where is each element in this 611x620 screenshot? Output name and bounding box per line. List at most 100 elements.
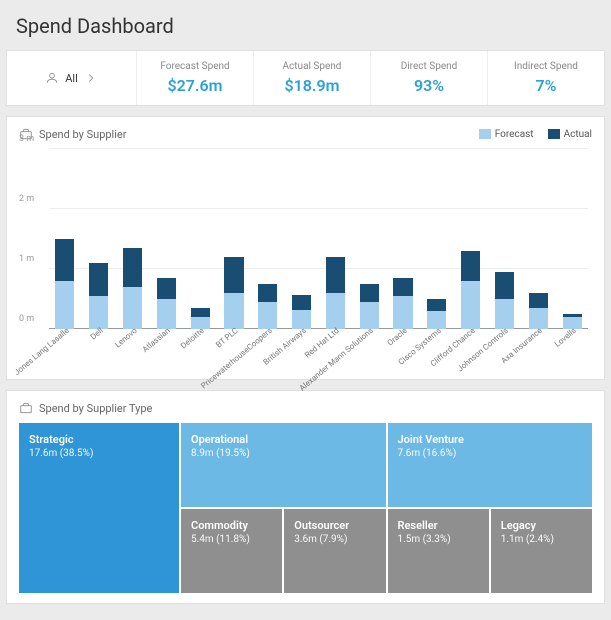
legend-actual-label: Actual [564, 129, 592, 140]
stacked-bar [292, 295, 311, 329]
bar-actual [258, 284, 277, 302]
legend-forecast: Forecast [479, 129, 534, 140]
bar-actual [326, 257, 345, 293]
kpi-forecast-spend: Forecast Spend $27.6m [137, 51, 253, 105]
treemap-name: Commodity [191, 519, 272, 532]
treemap-value: 3.6m (7.9%) [294, 534, 375, 545]
bar-column[interactable]: Axa Insurance [522, 149, 554, 329]
treemap-value: 1.5m (3.3%) [398, 534, 479, 545]
bar-actual [393, 278, 412, 296]
bar-actual [123, 248, 142, 287]
kpi-value: 93% [375, 76, 483, 95]
kpi-label: Actual Spend [258, 61, 366, 72]
stacked-bar [326, 257, 345, 329]
treemap: Strategic 17.6m (38.5%) Operational 8.9m… [19, 423, 592, 593]
bar-actual [360, 284, 379, 302]
treemap-cell-commodity[interactable]: Commodity 5.4m (11.8%) [181, 509, 282, 593]
panel-header: Spend by Supplier Type [19, 401, 592, 415]
treemap-name: Operational [191, 433, 376, 446]
bar-column[interactable]: Alexander Mann Solutions [353, 149, 385, 329]
kpi-label: Forecast Spend [141, 61, 249, 72]
stacked-bar [55, 239, 74, 329]
panel-title: Spend by Supplier [39, 128, 126, 141]
bar-column[interactable]: Jones Lang Lasalle [49, 149, 81, 329]
briefcase-icon [19, 401, 33, 415]
treemap-value: 1.1m (2.4%) [501, 534, 582, 545]
bar-column[interactable]: Oracle [387, 149, 419, 329]
treemap-value: 17.6m (38.5%) [29, 448, 169, 459]
stacked-bar [427, 299, 446, 329]
bar-actual [427, 299, 446, 311]
bar-column[interactable]: Dell [83, 149, 115, 329]
bar-actual [224, 257, 243, 293]
bar-column[interactable]: BT PLC [218, 149, 250, 329]
x-label: BT PLC [214, 326, 240, 349]
bar-column[interactable]: Lovells [556, 149, 588, 329]
bar-forecast [55, 281, 74, 329]
treemap-cell-legacy[interactable]: Legacy 1.1m (2.4%) [491, 509, 592, 593]
treemap-cell-joint-venture[interactable]: Joint Venture 7.6m (16.6%) [388, 423, 593, 507]
stacked-bar [529, 293, 548, 329]
filter-label: All [65, 72, 78, 85]
panel-title: Spend by Supplier Type [39, 402, 152, 415]
y-tick: 1 m [19, 254, 34, 264]
bar-actual [55, 239, 74, 281]
swatch-actual [548, 129, 560, 139]
bar-actual [495, 272, 514, 299]
kpi-value: $18.9m [258, 76, 366, 95]
y-tick: 0 m [19, 314, 34, 324]
bar-forecast [157, 299, 176, 329]
bars-container: Jones Lang LasalleDellLenovoAtlassianDel… [49, 149, 588, 329]
bar-actual [529, 293, 548, 308]
bar-forecast [326, 293, 345, 329]
treemap-name: Legacy [501, 519, 582, 532]
stacked-bar [461, 251, 480, 329]
bar-actual [461, 251, 480, 281]
filter-all[interactable]: All [7, 51, 137, 105]
bar-column[interactable]: Atlassian [150, 149, 182, 329]
bar-forecast [393, 296, 412, 329]
bar-column[interactable]: Clifford Chance [455, 149, 487, 329]
chevron-right-icon [84, 71, 98, 85]
treemap-name: Reseller [398, 519, 479, 532]
bar-actual [89, 263, 108, 296]
y-tick: 2 m [19, 194, 34, 204]
spend-by-supplier-type-panel: Spend by Supplier Type Strategic 17.6m (… [6, 390, 605, 604]
bar-column[interactable]: Cisco Systems [421, 149, 453, 329]
stacked-bar [123, 248, 142, 329]
bar-column[interactable]: Red Hat Ltd [320, 149, 352, 329]
stacked-bar [495, 272, 514, 329]
stacked-bar [360, 284, 379, 329]
bar-column[interactable]: British Airways [286, 149, 318, 329]
stacked-bar [258, 284, 277, 329]
bar-chart: 0 m1 m2 m3 mJones Lang LasalleDellLenovo… [19, 149, 592, 369]
kpi-direct-spend: Direct Spend 93% [370, 51, 487, 105]
treemap-cell-strategic[interactable]: Strategic 17.6m (38.5%) [19, 423, 179, 593]
treemap-name: Strategic [29, 433, 169, 446]
treemap-cell-reseller[interactable]: Reseller 1.5m (3.3%) [388, 509, 489, 593]
stacked-bar [224, 257, 243, 329]
swatch-forecast [479, 129, 491, 139]
x-label: Lenovo [113, 326, 139, 350]
bar-forecast [123, 287, 142, 329]
bar-actual [292, 295, 311, 310]
bar-column[interactable]: Johnson Controls [489, 149, 521, 329]
stacked-bar [393, 278, 412, 329]
treemap-cell-outsourcer[interactable]: Outsourcer 3.6m (7.9%) [284, 509, 385, 593]
bar-column[interactable]: PricewaterhouseCoopers [252, 149, 284, 329]
bar-actual [191, 308, 210, 317]
bar-forecast [360, 302, 379, 329]
kpi-label: Direct Spend [375, 61, 483, 72]
bar-actual [157, 278, 176, 299]
bar-column[interactable]: Deloitte [184, 149, 216, 329]
kpi-card: All Forecast Spend $27.6m Actual Spend $… [6, 50, 605, 106]
treemap-cell-operational[interactable]: Operational 8.9m (19.5%) [181, 423, 386, 507]
kpi-label: Indirect Spend [492, 61, 600, 72]
stacked-bar [157, 278, 176, 329]
treemap-value: 8.9m (19.5%) [191, 448, 376, 459]
kpi-actual-spend: Actual Spend $18.9m [253, 51, 370, 105]
chart-legend: Forecast Actual [479, 129, 592, 140]
spend-by-supplier-panel: Spend by Supplier Forecast Actual 0 m 1 m… [6, 116, 605, 380]
bar-column[interactable]: Lenovo [117, 149, 149, 329]
treemap-name: Joint Venture [398, 433, 583, 446]
